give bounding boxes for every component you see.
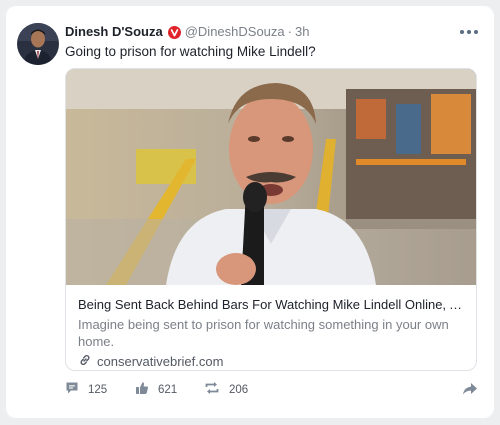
more-options-icon[interactable]	[458, 26, 480, 38]
post-actions: 125 621 206	[65, 381, 248, 398]
like-icon	[135, 381, 149, 398]
like-button[interactable]: 621	[135, 381, 204, 398]
repost-count: 206	[229, 383, 249, 396]
post-header: Dinesh D'Souza @DineshDSouza · 3h	[65, 24, 309, 40]
repost-icon	[204, 381, 220, 398]
share-icon[interactable]	[462, 382, 478, 401]
comment-count: 125	[88, 383, 108, 396]
comment-icon	[65, 381, 79, 398]
post-time[interactable]: 3h	[295, 24, 309, 40]
link-domain-text: conservativebrief.com	[97, 354, 224, 369]
post-text: Going to prison for watching Mike Lindel…	[65, 44, 316, 59]
link-domain: conservativebrief.com	[78, 353, 223, 370]
link-icon	[78, 353, 92, 370]
meta-separator: ·	[287, 24, 292, 39]
author-handle[interactable]: @DineshDSouza	[185, 24, 285, 40]
like-count: 621	[158, 383, 178, 396]
link-title: Being Sent Back Behind Bars For Watching…	[78, 297, 468, 312]
link-preview-card[interactable]: Being Sent Back Behind Bars For Watching…	[65, 68, 477, 371]
comment-button[interactable]: 125	[65, 381, 135, 398]
verified-badge-icon	[167, 25, 181, 39]
link-description: Imagine being sent to prison for watchin…	[78, 317, 449, 349]
repost-button[interactable]: 206	[204, 381, 248, 398]
post-card: Dinesh D'Souza @DineshDSouza · 3h Going …	[6, 6, 494, 418]
link-preview-image	[66, 69, 476, 285]
author-name[interactable]: Dinesh D'Souza	[65, 24, 163, 40]
author-avatar[interactable]	[17, 23, 59, 65]
